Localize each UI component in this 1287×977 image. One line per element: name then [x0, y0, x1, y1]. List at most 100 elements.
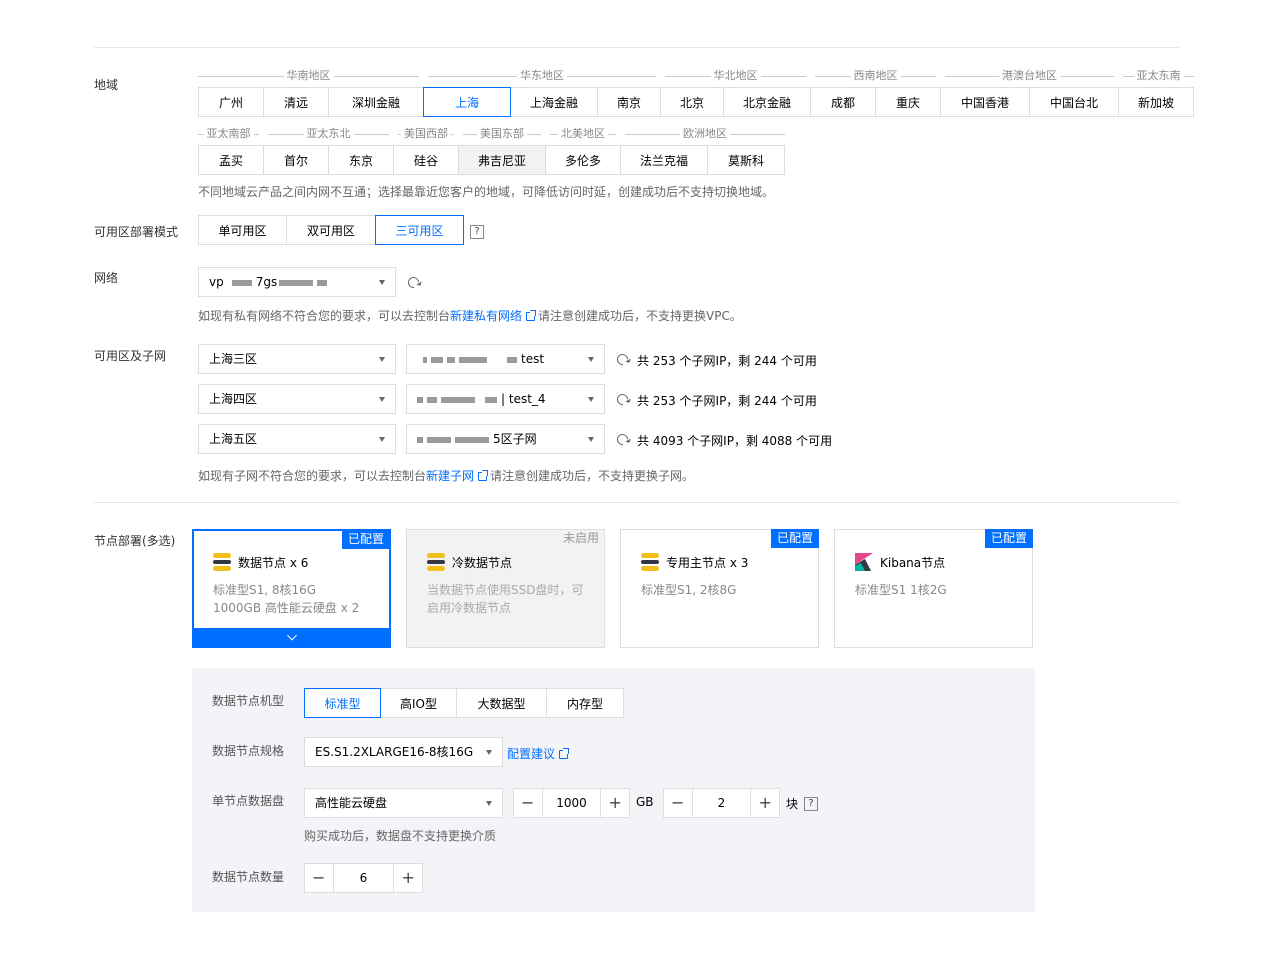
region-group-title: 亚太东南	[1133, 69, 1184, 83]
region-option[interactable]: 莫斯科	[707, 145, 785, 175]
node-type-memory[interactable]: 内存型	[546, 688, 624, 718]
top-divider	[94, 47, 1179, 48]
cold-node-card[interactable]: 未启用 冷数据节点 当数据节点使用SSD盘时，可 启用冷数据节点	[406, 529, 605, 648]
region-option[interactable]: 法兰克福	[620, 145, 708, 175]
zone-select-1[interactable]: 上海三区	[198, 344, 396, 374]
refresh-icon[interactable]	[614, 351, 631, 368]
card-title: 冷数据节点	[452, 555, 513, 570]
disk-size-input[interactable]: 1000	[541, 789, 602, 817]
region-option[interactable]: 北京	[660, 87, 724, 117]
region-option[interactable]: 深圳金融	[328, 87, 424, 117]
external-link-icon	[559, 748, 570, 759]
refresh-icon[interactable]	[614, 431, 631, 448]
disk-type-select[interactable]: 高性能云硬盘	[304, 788, 503, 818]
region-option[interactable]: 首尔	[263, 145, 329, 175]
region-group-title: 美国东部	[477, 127, 527, 141]
configured-badge: 已配置	[770, 529, 819, 548]
region-option[interactable]: 南京	[597, 87, 661, 117]
disk-help[interactable]: ?	[804, 795, 818, 811]
az-mode-double[interactable]: 双可用区	[286, 215, 376, 245]
region-group-title: 亚太东北	[303, 127, 354, 141]
region-group: 港澳台地区 中国香港 中国台北	[940, 69, 1119, 117]
subnet-label: 可用区及子网	[94, 349, 167, 363]
region-group-title: 欧洲地区	[680, 127, 730, 141]
region-group: 华东地区 上海 上海金融 南京	[423, 69, 661, 117]
create-vpc-link[interactable]: 新建私有网络	[450, 309, 522, 323]
configured-badge: 已配置	[984, 529, 1033, 548]
data-node-card[interactable]: 已配置 数据节点 x 6 标准型S1, 8核16G 1000GB 高性能云硬盘 x…	[192, 529, 391, 648]
expand-bar[interactable]	[192, 628, 391, 648]
az-mode-label: 可用区部署模式	[94, 225, 179, 239]
disk-count-minus[interactable]: −	[664, 789, 692, 817]
subnet-ip-info-3: 共 4093 个子网IP，剩 4088 个可用	[637, 434, 833, 448]
region-option[interactable]: 中国香港	[940, 87, 1030, 117]
az-mode-help[interactable]: ?	[470, 223, 484, 239]
region-group: 北美地区 多伦多	[545, 127, 621, 175]
region-option[interactable]: 东京	[328, 145, 394, 175]
disk-size-minus[interactable]: −	[514, 789, 542, 817]
region-group: 美国西部 硅谷	[393, 127, 459, 175]
node-type-big-data[interactable]: 大数据型	[456, 688, 547, 718]
node-spec-select[interactable]: ES.S1.2XLARGE16-8核16G	[304, 737, 503, 767]
az-mode-single[interactable]: 单可用区	[198, 215, 287, 245]
zone-select-2[interactable]: 上海四区	[198, 384, 396, 414]
region-option[interactable]: 清远	[263, 87, 329, 117]
chevron-down-icon	[588, 357, 594, 362]
region-option[interactable]: 上海	[423, 87, 511, 117]
region-group-title: 北美地区	[558, 127, 608, 141]
spec-advice-link[interactable]: 配置建议	[507, 747, 555, 761]
chevron-down-icon	[588, 397, 594, 402]
region-option[interactable]: 硅谷	[393, 145, 459, 175]
region-option[interactable]: 成都	[810, 87, 876, 117]
region-group: 亚太东南 新加坡	[1118, 69, 1194, 117]
refresh-icon[interactable]	[614, 391, 631, 408]
region-option[interactable]: 中国台北	[1029, 87, 1119, 117]
chevron-down-icon	[588, 437, 594, 442]
region-group-title: 华南地区	[283, 69, 334, 83]
region-option[interactable]: 新加坡	[1118, 87, 1194, 117]
az-mode-triple[interactable]: 三可用区	[375, 215, 464, 245]
kibana-node-card[interactable]: 已配置 Kibana节点 标准型S1 1核2G	[834, 529, 1033, 648]
region-option[interactable]: 多伦多	[545, 145, 621, 175]
region-note: 不同地域云产品之间内网不互通；选择最靠近您客户的地域，可降低访问时延，创建成功后…	[198, 185, 775, 199]
node-count-minus[interactable]: −	[305, 864, 333, 892]
node-type-label: 数据节点机型	[212, 694, 285, 708]
section-divider	[94, 502, 1179, 503]
region-group-title: 西南地区	[850, 69, 901, 83]
create-subnet-link[interactable]: 新建子网	[426, 469, 474, 483]
region-group-title: 华东地区	[517, 69, 567, 83]
region-option[interactable]: 孟买	[198, 145, 264, 175]
subnet-ip-info-1: 共 253 个子网IP，剩 244 个可用	[637, 354, 817, 368]
subnet-select-2[interactable]: | test_4	[406, 384, 605, 414]
subnet-note: 如现有子网不符合您的要求，可以去控制台新建子网 请注意创建成功后，不支持更换子网。	[198, 469, 695, 483]
region-group-title: 华北地区	[710, 69, 761, 83]
node-type-high-io[interactable]: 高IO型	[380, 688, 457, 718]
elasticsearch-icon	[213, 553, 231, 571]
master-node-card[interactable]: 已配置 专用主节点 x 3 标准型S1, 2核8G	[620, 529, 819, 648]
node-spec-label: 数据节点规格	[212, 744, 285, 758]
region-option[interactable]: 上海金融	[510, 87, 598, 117]
zone-select-3[interactable]: 上海五区	[198, 424, 396, 454]
subnet-select-3[interactable]: 5区子网	[406, 424, 605, 454]
card-desc: 启用冷数据节点	[427, 601, 512, 615]
region-option[interactable]: 重庆	[875, 87, 941, 117]
region-group: 亚太东北首尔 东京	[263, 127, 394, 175]
help-icon: ?	[470, 225, 484, 239]
disk-size-plus[interactable]: +	[601, 789, 629, 817]
node-count-input[interactable]: 6	[332, 864, 395, 892]
disk-count-input[interactable]: 2	[691, 789, 752, 817]
node-count-stepper: − 6 +	[304, 863, 423, 893]
region-group-title: 美国西部	[401, 127, 451, 141]
region-option[interactable]: 弗吉尼亚	[458, 145, 546, 175]
region-option[interactable]: 广州	[198, 87, 264, 117]
region-option[interactable]: 北京金融	[723, 87, 811, 117]
region-row-1: 华南地区 广州 清远 深圳金融 华东地区 上海 上海金融 南京 华北地区 北京 北京金融 西南地区 成都…	[198, 69, 1194, 117]
refresh-icon[interactable]	[405, 274, 422, 291]
disk-count-plus[interactable]: +	[751, 789, 779, 817]
chevron-down-icon	[486, 801, 492, 806]
kibana-icon	[855, 553, 873, 571]
vpc-select[interactable]: vp 7gs	[198, 267, 396, 297]
node-type-standard[interactable]: 标准型	[304, 688, 381, 718]
subnet-select-1[interactable]: test	[406, 344, 605, 374]
node-count-plus[interactable]: +	[394, 864, 422, 892]
